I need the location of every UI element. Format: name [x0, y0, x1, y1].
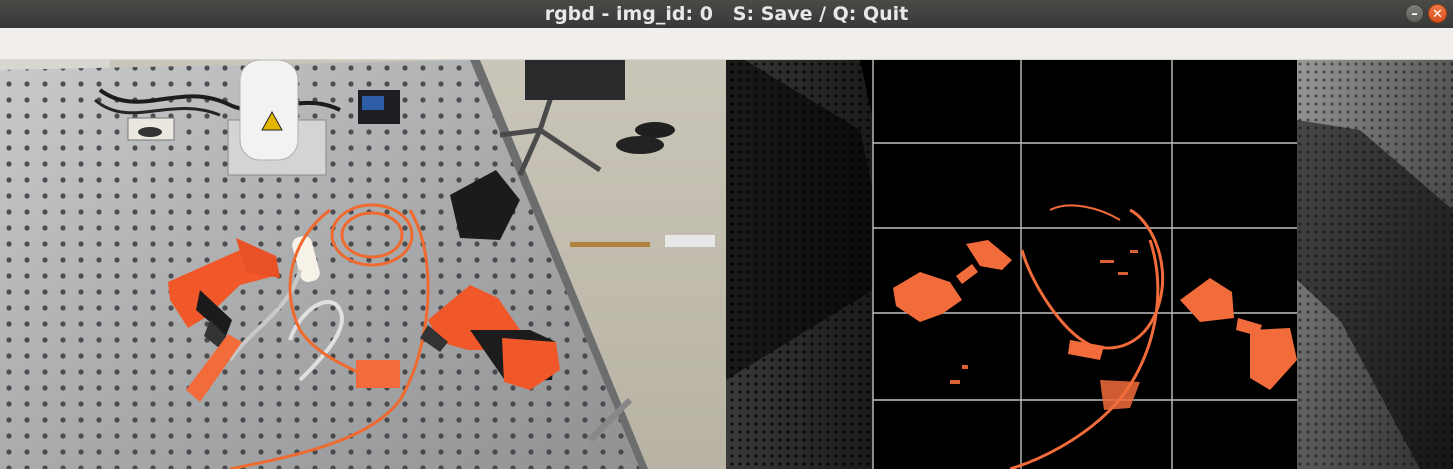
- cable-connector: [356, 360, 400, 388]
- rgb-image-panel: [0, 60, 726, 469]
- image-canvas[interactable]: [0, 60, 1453, 469]
- minimize-icon: –: [1411, 7, 1418, 22]
- image-display: [0, 60, 1453, 469]
- toolbar: [0, 28, 1453, 60]
- app-window: rgbd - img_id: 0 S: Save / Q: Quit – ✕: [0, 0, 1453, 469]
- close-button[interactable]: ✕: [1428, 4, 1447, 23]
- chair: [525, 60, 625, 100]
- close-icon: ✕: [1432, 7, 1443, 22]
- depth-image-panel: [726, 60, 1453, 469]
- minimize-button[interactable]: –: [1405, 4, 1424, 23]
- title-bar[interactable]: rgbd - img_id: 0 S: Save / Q: Quit – ✕: [0, 0, 1453, 28]
- robot-arm: [239, 60, 299, 161]
- window-title: rgbd - img_id: 0 S: Save / Q: Quit: [544, 3, 909, 25]
- depth-center-region: [873, 60, 1297, 469]
